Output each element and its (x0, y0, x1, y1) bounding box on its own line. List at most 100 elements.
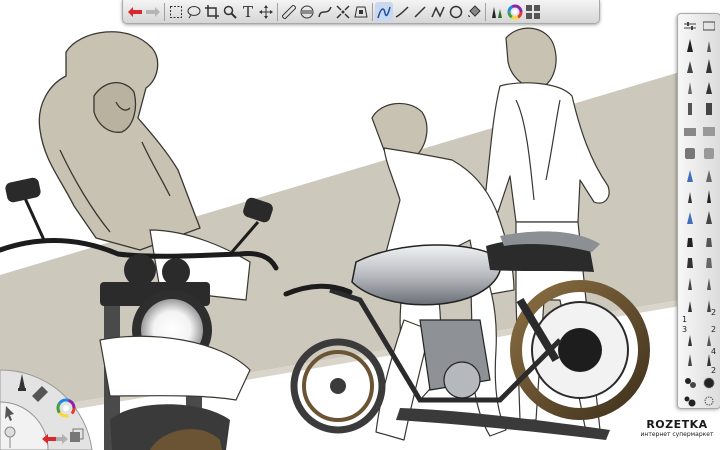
brush-swatch[interactable] (681, 78, 698, 95)
brush-icon (687, 353, 692, 366)
splatter-brush-icon (684, 396, 695, 406)
circle-icon (449, 5, 463, 18)
brush-swatch[interactable] (681, 296, 698, 313)
freehand-stroke-icon (377, 6, 391, 18)
brush-library-icon (492, 6, 502, 18)
brush-swatch[interactable] (681, 374, 698, 391)
brush-swatch[interactable] (700, 274, 717, 291)
undo-button[interactable] (126, 2, 144, 22)
brush-swatch[interactable] (700, 122, 717, 139)
brush-swatch[interactable] (681, 144, 698, 161)
toolbar-divider (164, 2, 165, 21)
line-icon (414, 5, 426, 18)
brush-swatch[interactable] (700, 166, 717, 183)
transform-button[interactable] (257, 2, 275, 22)
layers-icon (526, 4, 540, 19)
french-curve-icon (318, 6, 332, 17)
brush-swatch[interactable] (681, 57, 698, 74)
brush-swatch[interactable] (700, 392, 717, 409)
brush-icon (705, 210, 712, 224)
fill-button[interactable] (465, 2, 483, 22)
perspective-icon (354, 6, 368, 17)
zoom-button[interactable] (221, 2, 239, 22)
color-wheel-button[interactable] (506, 2, 524, 22)
watermark-title: ROZETKA (646, 418, 708, 431)
brush-size-badge: 4 (711, 347, 717, 356)
eraser-icon (702, 126, 715, 136)
brush-swatch[interactable] (700, 99, 717, 116)
brush-swatch[interactable] (700, 57, 717, 74)
palette-settings-button[interactable] (681, 17, 698, 34)
redo-button[interactable] (144, 2, 162, 22)
polyline-button[interactable] (429, 2, 447, 22)
drawing-canvas[interactable] (0, 0, 720, 450)
brush-library-button[interactable] (488, 2, 506, 22)
undo-arrow-icon (128, 6, 142, 17)
marker-icon (687, 102, 692, 115)
brush-swatch[interactable] (700, 78, 717, 95)
brush-size-badge: 2 (711, 325, 717, 334)
bucket-icon (684, 147, 695, 159)
brush-swatch[interactable] (681, 122, 698, 139)
color-wheel-icon (507, 4, 523, 19)
paintbrush-icon (686, 257, 693, 268)
move-arrows-icon (259, 4, 273, 19)
line-button[interactable] (411, 2, 429, 22)
ruler-button[interactable] (280, 2, 298, 22)
layers-button[interactable] (524, 2, 542, 22)
texture-brush-icon (684, 377, 696, 388)
brush-swatch[interactable] (700, 231, 717, 248)
perspective-button[interactable] (352, 2, 370, 22)
brush-size-badge: 3 (682, 325, 688, 334)
ellipse-guide-icon (300, 5, 314, 18)
marker-icon (705, 102, 712, 115)
lasso-icon (187, 5, 201, 18)
steady-stroke-button[interactable] (393, 2, 411, 22)
airbrush-icon (686, 169, 693, 182)
ruler-icon (282, 4, 296, 19)
brush-swatch[interactable] (700, 252, 717, 269)
rectangle-select-icon (170, 5, 182, 18)
brush-swatch[interactable] (681, 99, 698, 116)
lasso-button[interactable] (185, 2, 203, 22)
brush-swatch[interactable] (681, 187, 698, 204)
brush-swatch[interactable] (681, 231, 698, 248)
brush-swatch[interactable] (681, 166, 698, 183)
rectangle-select-button[interactable] (167, 2, 185, 22)
brush-swatch[interactable] (681, 350, 698, 367)
lagoon-radial-menu[interactable] (0, 358, 105, 450)
text-button[interactable]: T (239, 2, 257, 22)
brush-swatch[interactable] (681, 208, 698, 225)
brush-icon (706, 277, 711, 290)
palette-collapse-button[interactable] (700, 17, 717, 34)
paintbrush-icon (705, 237, 712, 247)
eraser-icon (683, 127, 696, 136)
brush-swatch[interactable] (700, 208, 717, 225)
brush-swatch[interactable] (700, 187, 717, 204)
circle-button[interactable] (447, 2, 465, 22)
brush-icon (686, 211, 693, 224)
brush-palette: 1 2 3 2 4 2 (677, 13, 720, 409)
crop-icon (205, 4, 219, 19)
toolbar-divider (485, 2, 486, 21)
brush-swatch[interactable] (681, 36, 698, 53)
symmetry-icon (336, 4, 350, 19)
brush-swatch[interactable] (681, 274, 698, 291)
brush-icon (687, 300, 692, 312)
brush-swatch[interactable] (700, 374, 717, 391)
crop-button[interactable] (203, 2, 221, 22)
brush-icon (687, 191, 692, 203)
text-icon: T (242, 2, 253, 21)
brush-swatch[interactable] (700, 144, 717, 161)
brush-swatch[interactable] (681, 392, 698, 409)
ellipse-guide-button[interactable] (298, 2, 316, 22)
freehand-button[interactable] (375, 1, 393, 22)
fill-icon (468, 4, 481, 17)
french-curve-button[interactable] (316, 2, 334, 22)
pencil-icon (687, 81, 692, 94)
brush-size-badge: 1 (682, 315, 688, 324)
paintbrush-icon (705, 257, 712, 268)
symmetry-button[interactable] (334, 2, 352, 22)
brush-swatch[interactable] (700, 36, 717, 53)
brush-swatch[interactable] (681, 252, 698, 269)
